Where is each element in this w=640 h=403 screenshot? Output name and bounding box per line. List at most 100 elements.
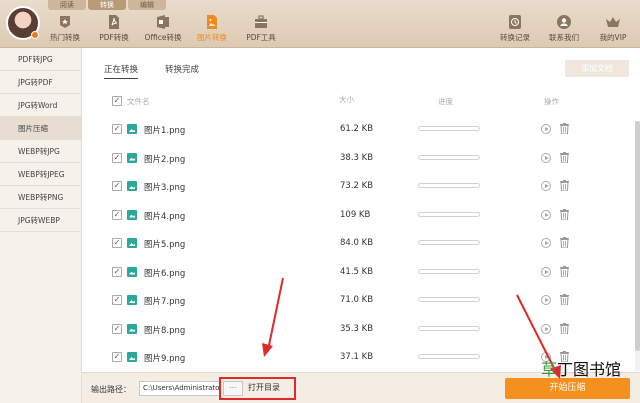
progress-bar — [418, 268, 480, 274]
tool-contact[interactable]: 联系我们 — [543, 12, 585, 46]
sidebar-item-image-compress[interactable]: 图片压缩 — [0, 117, 81, 140]
tool-history[interactable]: 转换记录 — [494, 12, 536, 46]
sidebar-item-webp-to-jpg[interactable]: WEBP转JPG — [0, 140, 81, 163]
tool-label: PDF工具 — [246, 33, 276, 42]
play-icon[interactable] — [541, 323, 551, 334]
image-file-icon — [127, 323, 137, 334]
progress-bar — [418, 126, 480, 131]
file-row[interactable]: ✓ 图片7.png 71.0 KB — [82, 286, 640, 314]
start-compress-button[interactable]: 开始压缩 — [505, 378, 630, 399]
tool-label: 我的VIP — [599, 33, 627, 42]
file-name: 图片9.png — [144, 354, 186, 364]
select-all-checkbox[interactable]: ✓ — [112, 96, 122, 106]
scrollbar-thumb[interactable] — [635, 121, 640, 351]
play-icon[interactable] — [541, 181, 551, 191]
tab-converted[interactable]: 转换完成 — [165, 63, 199, 75]
sidebar-item-jpg-to-word[interactable]: JPG转Word — [0, 94, 81, 117]
image-file-icon — [127, 295, 137, 305]
tool-pdf-convert[interactable]: PDF转换 — [93, 12, 135, 46]
play-icon[interactable] — [541, 238, 551, 248]
tool-hot-convert[interactable]: 热门转换 — [44, 12, 86, 46]
row-checkbox[interactable]: ✓ — [112, 209, 122, 220]
tool-label: 热门转换 — [50, 33, 80, 42]
contact-icon — [557, 15, 571, 29]
sidebar-item-jpg-to-pdf[interactable]: JPG转PDF — [0, 71, 81, 94]
output-path-label: 输出路径： — [91, 385, 131, 394]
row-checkbox[interactable]: ✓ — [112, 323, 122, 334]
column-size: 大小 — [339, 95, 354, 104]
tool-image-convert[interactable]: 图片转换 — [191, 12, 233, 46]
play-icon[interactable] — [541, 124, 551, 134]
tab-convert[interactable]: 转换 — [88, 0, 126, 10]
watermark: 草丁图书馆 — [541, 356, 621, 380]
row-checkbox[interactable]: ✓ — [112, 295, 122, 305]
add-document-button[interactable]: 添加文档 — [565, 60, 629, 77]
file-row[interactable]: ✓ 图片5.png 84.0 KB — [82, 229, 640, 257]
sidebar-item-pdf-to-jpg[interactable]: PDF转JPG — [0, 48, 81, 71]
file-row[interactable]: ✓ 图片3.png 73.2 KB — [82, 172, 640, 200]
row-checkbox[interactable]: ✓ — [112, 266, 122, 277]
tab-converting[interactable]: 正在转换 — [104, 63, 139, 79]
image-file-icon — [127, 152, 137, 163]
trash-icon[interactable] — [560, 151, 569, 163]
tool-label: 图片转换 — [197, 33, 227, 42]
trash-icon[interactable] — [560, 208, 569, 220]
tool-label: PDF转换 — [99, 33, 129, 42]
row-checkbox[interactable]: ✓ — [112, 238, 122, 248]
file-name: 图片8.png — [144, 325, 186, 336]
scrollbar[interactable] — [635, 121, 640, 371]
progress-bar — [418, 240, 480, 245]
play-icon[interactable] — [541, 209, 551, 220]
row-checkbox[interactable]: ✓ — [112, 124, 122, 134]
trash-icon[interactable] — [560, 322, 569, 334]
trash-icon[interactable] — [560, 180, 569, 191]
tool-office-convert[interactable]: Office转换 — [142, 12, 184, 46]
sidebar-item-webp-to-png[interactable]: WEBP转PNG — [0, 186, 81, 209]
progress-bar — [418, 183, 480, 188]
file-size: 71.0 KB — [340, 295, 374, 305]
progress-bar — [418, 297, 480, 302]
file-row[interactable]: ✓ 图片2.png 38.3 KB — [82, 144, 640, 172]
trash-icon[interactable] — [560, 265, 569, 277]
file-size: 61.2 KB — [340, 124, 374, 134]
file-row[interactable]: ✓ 图片4.png 109 KB — [82, 201, 640, 229]
image-file-icon — [127, 124, 137, 134]
trash-icon[interactable] — [560, 294, 569, 305]
play-icon[interactable] — [541, 266, 551, 277]
row-checkbox[interactable]: ✓ — [112, 181, 122, 191]
file-row[interactable]: ✓ 图片6.png 41.5 KB — [82, 258, 640, 286]
trash-icon[interactable] — [560, 237, 569, 248]
sidebar-item-jpg-to-webp[interactable]: JPG转WEBP — [0, 209, 81, 232]
row-checkbox[interactable]: ✓ — [112, 352, 122, 362]
toolbox-icon — [255, 15, 267, 28]
play-icon[interactable] — [541, 295, 551, 305]
watermark-part1: 草 — [541, 360, 558, 379]
progress-bar — [418, 325, 480, 331]
play-icon[interactable] — [541, 152, 551, 163]
file-name: 图片6.png — [144, 268, 186, 279]
trash-icon[interactable] — [560, 123, 569, 134]
column-filename: 文件名 — [127, 97, 150, 106]
file-row[interactable]: ✓ 图片1.png 61.2 KB — [82, 115, 640, 143]
image-convert-icon — [207, 15, 217, 29]
tool-pdf-tools[interactable]: PDF工具 — [240, 12, 282, 46]
file-size: 37.1 KB — [340, 352, 374, 362]
image-file-icon — [127, 238, 137, 248]
image-file-icon — [127, 181, 137, 191]
tool-label: 转换记录 — [500, 33, 530, 42]
column-progress: 进度 — [438, 97, 453, 106]
tool-my-vip[interactable]: 我的VIP — [592, 12, 634, 46]
output-path-field[interactable]: C:\Users\Administrator — [139, 381, 221, 396]
sidebar-item-webp-to-jpeg[interactable]: WEBP转JPEG — [0, 163, 81, 186]
tab-read[interactable]: 阅读 — [48, 0, 86, 10]
progress-bar — [418, 154, 480, 160]
header: 阅读 转换 编辑 热门转换 PDF转换 Office转换 图片转换 PDF工具 … — [0, 0, 640, 48]
row-checkbox[interactable]: ✓ — [112, 152, 122, 163]
file-row[interactable]: ✓ 图片8.png 35.3 KB — [82, 315, 640, 343]
progress-bar — [418, 354, 480, 359]
crown-icon — [606, 17, 620, 27]
tab-edit[interactable]: 编辑 — [128, 0, 166, 10]
file-size: 84.0 KB — [340, 238, 374, 248]
column-action: 操作 — [544, 97, 559, 106]
watermark-part2: 丁图书馆 — [557, 360, 622, 379]
